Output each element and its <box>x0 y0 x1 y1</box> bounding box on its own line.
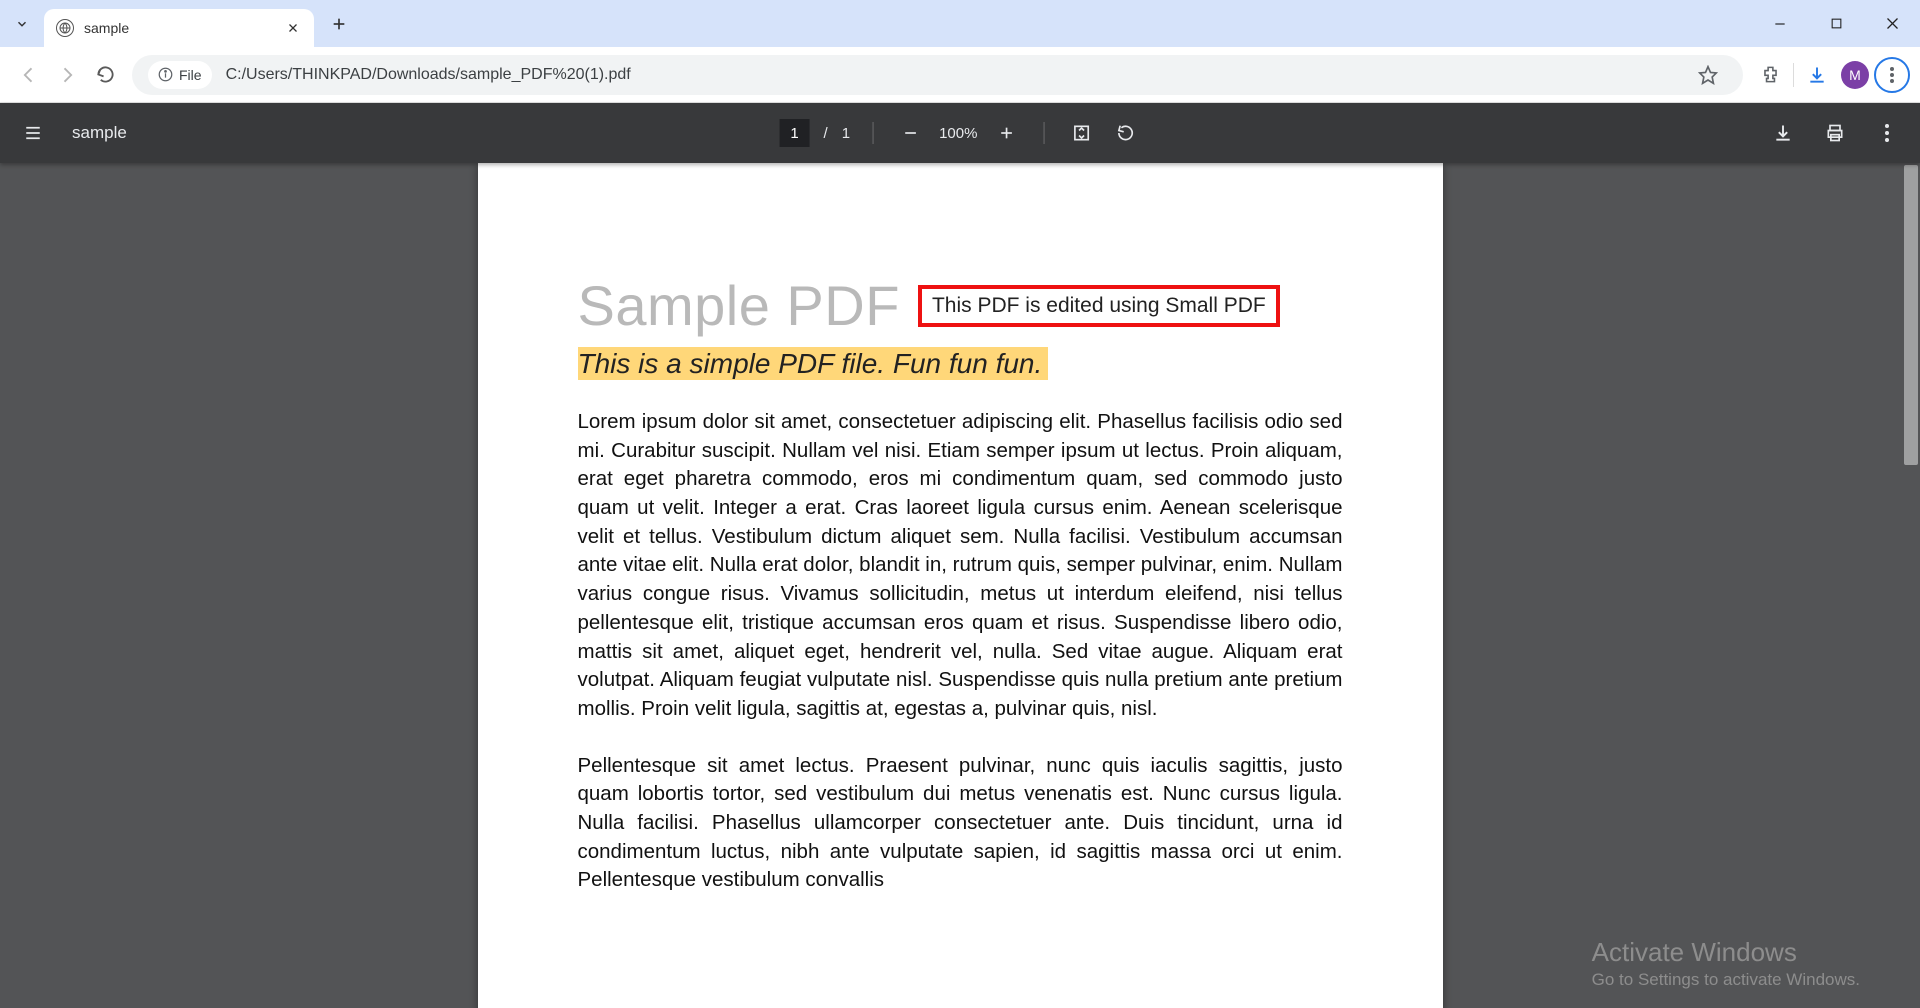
maximize-button[interactable] <box>1808 0 1864 47</box>
page-total: 1 <box>842 125 850 142</box>
pdf-page: Sample PDF This PDF is edited using Smal… <box>478 163 1443 1008</box>
zoom-in-button[interactable] <box>991 118 1021 148</box>
extensions-button[interactable] <box>1751 56 1789 94</box>
file-chip-label: File <box>179 67 202 83</box>
url-text: C:/Users/THINKPAD/Downloads/sample_PDF%2… <box>226 66 631 84</box>
tab-search-button[interactable] <box>8 10 36 38</box>
minimize-button[interactable] <box>1752 0 1808 47</box>
pdf-more-menu[interactable] <box>1872 118 1902 148</box>
forward-button[interactable] <box>48 56 86 94</box>
avatar: M <box>1841 61 1869 89</box>
new-tab-button[interactable] <box>322 7 356 41</box>
address-bar-row: File C:/Users/THINKPAD/Downloads/sample_… <box>0 47 1920 103</box>
close-tab-button[interactable] <box>284 19 302 37</box>
downloads-button[interactable] <box>1798 56 1836 94</box>
toolbar-divider <box>1043 122 1044 144</box>
pdf-viewport[interactable]: Sample PDF This PDF is edited using Smal… <box>0 163 1920 1008</box>
chrome-menu-button[interactable] <box>1874 57 1910 93</box>
zoom-out-button[interactable] <box>895 118 925 148</box>
scrollbar-thumb[interactable] <box>1904 165 1918 465</box>
site-info-chip[interactable]: File <box>148 61 212 89</box>
rotate-button[interactable] <box>1110 118 1140 148</box>
info-icon <box>158 67 173 82</box>
browser-tab[interactable]: sample <box>44 9 314 47</box>
browser-tab-strip: sample <box>0 0 1920 47</box>
print-button[interactable] <box>1820 118 1850 148</box>
annotation-box: This PDF is edited using Small PDF <box>918 285 1280 327</box>
tab-title: sample <box>84 20 284 36</box>
fit-page-button[interactable] <box>1066 118 1096 148</box>
pdf-sidebar-toggle[interactable] <box>18 118 48 148</box>
document-subtitle: This is a simple PDF file. Fun fun fun. <box>578 347 1049 380</box>
paragraph-2: Pellentesque sit amet lectus. Praesent p… <box>578 752 1343 895</box>
toolbar-divider <box>872 122 873 144</box>
zoom-level: 100% <box>939 125 977 142</box>
document-heading: Sample PDF <box>578 273 900 338</box>
page-number-input[interactable] <box>780 119 810 147</box>
bookmark-button[interactable] <box>1689 56 1727 94</box>
pdf-toolbar: sample / 1 100% <box>0 103 1920 163</box>
download-pdf-button[interactable] <box>1768 118 1798 148</box>
profile-button[interactable]: M <box>1836 56 1874 94</box>
window-controls <box>1752 0 1920 47</box>
reload-button[interactable] <box>86 56 124 94</box>
paragraph-1: Lorem ipsum dolor sit amet, consectetuer… <box>578 408 1343 724</box>
close-window-button[interactable] <box>1864 0 1920 47</box>
back-button[interactable] <box>10 56 48 94</box>
omnibox[interactable]: File C:/Users/THINKPAD/Downloads/sample_… <box>132 55 1743 95</box>
toolbar-separator <box>1793 63 1794 87</box>
globe-icon <box>56 19 74 37</box>
page-separator: / <box>824 125 828 142</box>
scrollbar[interactable] <box>1902 163 1920 1008</box>
pdf-document-title: sample <box>72 123 127 143</box>
